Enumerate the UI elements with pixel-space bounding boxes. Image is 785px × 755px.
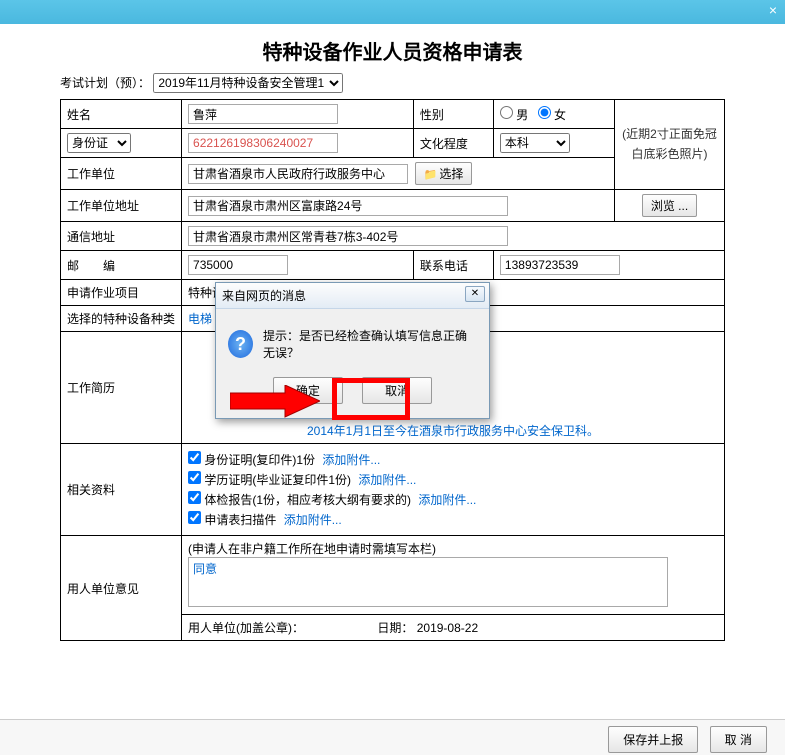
gender-male-option[interactable]: 男	[500, 108, 528, 122]
exam-plan-label: 考试计划（预）：	[60, 76, 150, 90]
close-icon[interactable]: ×	[769, 2, 777, 18]
name-label: 姓名	[61, 100, 182, 129]
date-label: 日期：	[377, 621, 413, 635]
exam-plan-row: 考试计划（预）： 2019年11月特种设备安全管理1	[60, 73, 725, 93]
dialog-message: 提示：是否已经检查确认填写信息正确无误？	[263, 327, 477, 361]
material-form-scan[interactable]: 申请表扫描件 添加附件...	[188, 511, 718, 528]
employer-opinion-label: 用人单位意见	[61, 536, 182, 641]
confirm-dialog: 来自网页的消息 ✕ ? 提示：是否已经检查确认填写信息正确无误？ 确定 取消	[215, 282, 490, 419]
materials-label: 相关资料	[61, 444, 182, 536]
apply-item-label: 申请作业项目	[61, 280, 182, 306]
addr-input[interactable]	[188, 226, 508, 246]
material-health-report[interactable]: 体检报告(1份，相应考核大纲有要求的) 添加附件...	[188, 491, 718, 508]
idtype-select[interactable]: 身份证	[67, 133, 131, 153]
gender-female-option[interactable]: 女	[538, 108, 566, 122]
resume-label: 工作简历	[61, 332, 182, 444]
dialog-close-button[interactable]: ✕	[465, 286, 485, 302]
workaddr-label: 工作单位地址	[61, 190, 182, 222]
postcode-label: 邮 编	[61, 251, 182, 280]
cancel-button[interactable]: 取 消	[710, 726, 767, 753]
addr-label: 通信地址	[61, 222, 182, 251]
dialog-cancel-button[interactable]: 取消	[362, 377, 432, 404]
workunit-input[interactable]	[188, 164, 408, 184]
seal-label: 用人单位(加盖公章)：	[188, 621, 304, 635]
page-title: 特种设备作业人员资格申请表	[60, 36, 725, 65]
save-submit-button[interactable]: 保存并上报	[608, 726, 698, 753]
add-attachment-link[interactable]: 添加附件...	[418, 493, 476, 507]
phone-label: 联系电话	[413, 251, 493, 280]
photo-placeholder-text: (近期2寸正面免冠白底彩色照片)	[621, 125, 718, 163]
workunit-label: 工作单位	[61, 158, 182, 190]
dialog-ok-button[interactable]: 确定	[273, 377, 343, 404]
question-icon: ?	[228, 330, 253, 358]
postcode-input[interactable]	[188, 255, 288, 275]
phone-input[interactable]	[500, 255, 620, 275]
workaddr-input[interactable]	[188, 196, 508, 216]
date-value: 2019-08-22	[417, 621, 478, 635]
education-label: 文化程度	[413, 129, 493, 158]
exam-plan-select[interactable]: 2019年11月特种设备安全管理1	[153, 73, 343, 93]
name-input[interactable]	[188, 104, 338, 124]
education-select[interactable]: 本科	[500, 133, 570, 153]
equipment-type-label: 选择的特种设备种类	[61, 306, 182, 332]
material-edu-copy[interactable]: 学历证明(毕业证复印件1份) 添加附件...	[188, 471, 718, 488]
add-attachment-link[interactable]: 添加附件...	[358, 473, 416, 487]
opinion-note: (申请人在非户籍工作所在地申请时需填写本栏)	[188, 540, 718, 557]
add-attachment-link[interactable]: 添加附件...	[284, 513, 342, 527]
opinion-textarea[interactable]: 同意	[188, 557, 668, 607]
id-input[interactable]	[188, 133, 338, 153]
add-attachment-link[interactable]: 添加附件...	[322, 453, 380, 467]
browse-photo-button[interactable]: 浏览 ...	[642, 194, 697, 217]
window-titlebar: ×	[0, 0, 785, 24]
footer-bar: 保存并上报 取 消	[0, 719, 785, 755]
select-workunit-button[interactable]: 选择	[415, 162, 473, 185]
gender-label: 性别	[413, 100, 493, 129]
dialog-title: 来自网页的消息	[222, 289, 306, 303]
material-id-copy[interactable]: 身份证明(复印件)1份 添加附件...	[188, 451, 718, 468]
